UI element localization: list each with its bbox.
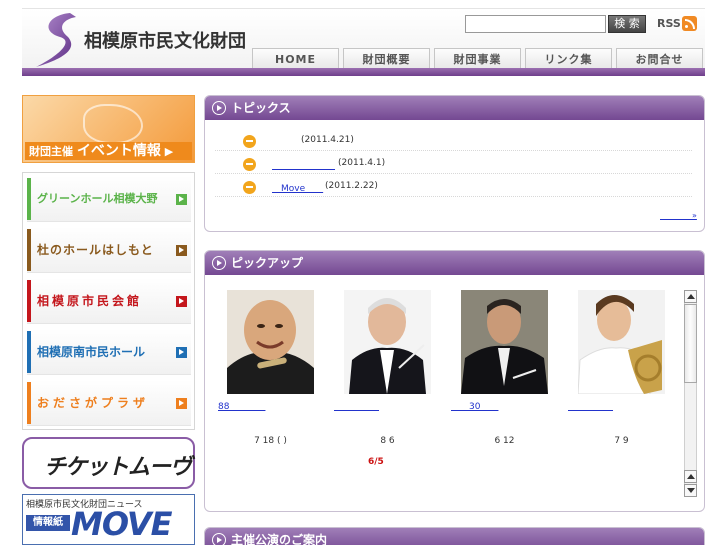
shusai-title: 主催公演のご案内: [231, 533, 328, 545]
topic-date: (2011.4.1): [338, 158, 386, 168]
hall-name: 相模原南市民ホール: [37, 345, 146, 359]
circle-arrow-icon: [212, 256, 226, 270]
topics-header: トピックス: [205, 96, 704, 120]
search-button[interactable]: 検 索: [608, 15, 646, 33]
site-header: 相模原市民文化財団 検 索 RSS HOME 財団概要 財団事業 リンク集 お問…: [22, 8, 705, 70]
topics-panel: トピックス (2011.4.21) (2011.4.1) Move (2011.…: [204, 95, 705, 232]
event-info-banner[interactable]: 財団主催 イベント情報 ▶: [22, 95, 195, 163]
bullet-arrow-icon: [243, 135, 256, 148]
scroll-up-icon[interactable]: [684, 290, 697, 303]
shusai-panel: 主催公演のご案内: [204, 527, 705, 545]
topic-link[interactable]: [272, 158, 335, 171]
rss-label[interactable]: RSS: [657, 17, 681, 30]
hall-odasaga-plaza[interactable]: おださがプラザ: [27, 380, 191, 426]
pickup-link[interactable]: 30: [451, 399, 498, 412]
arrow-right-icon: [176, 347, 187, 358]
arrow-right-icon: [176, 245, 187, 256]
scroll-up-icon[interactable]: [684, 470, 697, 483]
instrument-decoration: [83, 104, 143, 144]
hall-stripe: [27, 280, 31, 322]
topic-row[interactable]: Move (2011.2.22): [215, 174, 692, 197]
hall-shimin-kaikan[interactable]: 相模原市民会館: [27, 278, 191, 324]
scroll-down-icon[interactable]: [684, 484, 697, 497]
pickup-date: 8 6: [380, 436, 395, 446]
event-banner-big: イベント情報: [76, 143, 161, 159]
topic-link[interactable]: Move: [272, 181, 323, 194]
performer-photo[interactable]: [578, 290, 665, 394]
circle-arrow-icon: [212, 533, 226, 545]
shusai-header: 主催公演のご案内: [205, 528, 704, 545]
pickup-scrollbar-thumb[interactable]: [684, 304, 697, 383]
nav-links[interactable]: リンク集: [525, 48, 612, 70]
news-move-banner[interactable]: 相模原市民文化財団ニュース 情報紙 MOVE: [22, 494, 195, 545]
hall-name: 相模原市民会館: [37, 294, 143, 308]
site-logo[interactable]: 相模原市民文化財団: [30, 11, 270, 69]
topics-more-link[interactable]: »: [660, 210, 697, 221]
topic-date: (2011.2.22): [325, 181, 378, 191]
pickup-link[interactable]: [334, 399, 379, 412]
hall-name: おださがプラザ: [37, 396, 150, 410]
hall-name: 杜のホールはしもと: [37, 243, 154, 257]
nav-contact[interactable]: お問合せ: [616, 48, 703, 70]
event-banner-small: 財団主催: [29, 145, 73, 158]
news-banner-move: MOVE: [71, 505, 173, 543]
hall-stripe: [27, 331, 31, 373]
arrow-right-icon: [176, 194, 187, 205]
pickup-header: ピックアップ: [205, 251, 704, 275]
pickup-link[interactable]: [568, 399, 613, 412]
performer-photo[interactable]: [461, 290, 548, 394]
hall-list: グリーンホール相模大野 杜のホールはしもと 相模原市民会館 相模原南市民ホール …: [22, 172, 195, 430]
hall-mori-hall[interactable]: 杜のホールはしもと: [27, 227, 191, 273]
play-arrow-icon: ▶: [164, 145, 174, 158]
topic-date: (2011.4.21): [301, 135, 354, 145]
hall-name: グリーンホール相模大野: [37, 192, 158, 205]
hall-stripe: [27, 178, 31, 220]
pickup-title: ピックアップ: [231, 256, 304, 270]
site-title: 相模原市民文化財団: [84, 31, 246, 52]
ticket-move-banner[interactable]: チケットムーヴ: [22, 437, 195, 489]
event-banner-label: 財団主催 イベント情報 ▶: [25, 142, 192, 160]
arrow-right-icon: [176, 398, 187, 409]
pickup-date: 6 12: [494, 436, 515, 446]
pickup-link[interactable]: 88: [218, 399, 265, 412]
rss-icon[interactable]: [682, 16, 697, 31]
performer-photo[interactable]: [344, 290, 431, 394]
pickup-red-note: 6/5: [368, 457, 384, 467]
circle-arrow-icon: [212, 101, 226, 115]
header-divider-bar: [22, 68, 705, 76]
hall-stripe: [27, 382, 31, 424]
bullet-arrow-icon: [243, 181, 256, 194]
search-input[interactable]: [465, 15, 606, 33]
news-banner-joho: 情報紙: [26, 515, 70, 531]
topics-title: トピックス: [231, 101, 291, 115]
arrow-right-icon: [176, 296, 187, 307]
hall-stripe: [27, 229, 31, 271]
hall-green-hall[interactable]: グリーンホール相模大野: [27, 176, 191, 222]
nav-home[interactable]: HOME: [252, 48, 339, 70]
hall-minami-hall[interactable]: 相模原南市民ホール: [27, 329, 191, 375]
nav-projects[interactable]: 財団事業: [434, 48, 521, 70]
pickup-panel: ピックアップ 88 30 7 18 () 8 6 6 12 7 9 6/5: [204, 250, 705, 512]
pickup-date: 7 9: [614, 436, 629, 446]
performer-photo[interactable]: [227, 290, 314, 394]
logo-mark-icon: [36, 13, 76, 67]
pickup-date: 7 18 ( ): [254, 436, 287, 446]
bullet-arrow-icon: [243, 158, 256, 171]
topic-row[interactable]: (2011.4.1): [215, 151, 692, 174]
ticket-move-label: チケットムーヴ: [44, 455, 192, 480]
nav-about[interactable]: 財団概要: [343, 48, 430, 70]
topic-row[interactable]: (2011.4.21): [215, 128, 692, 151]
